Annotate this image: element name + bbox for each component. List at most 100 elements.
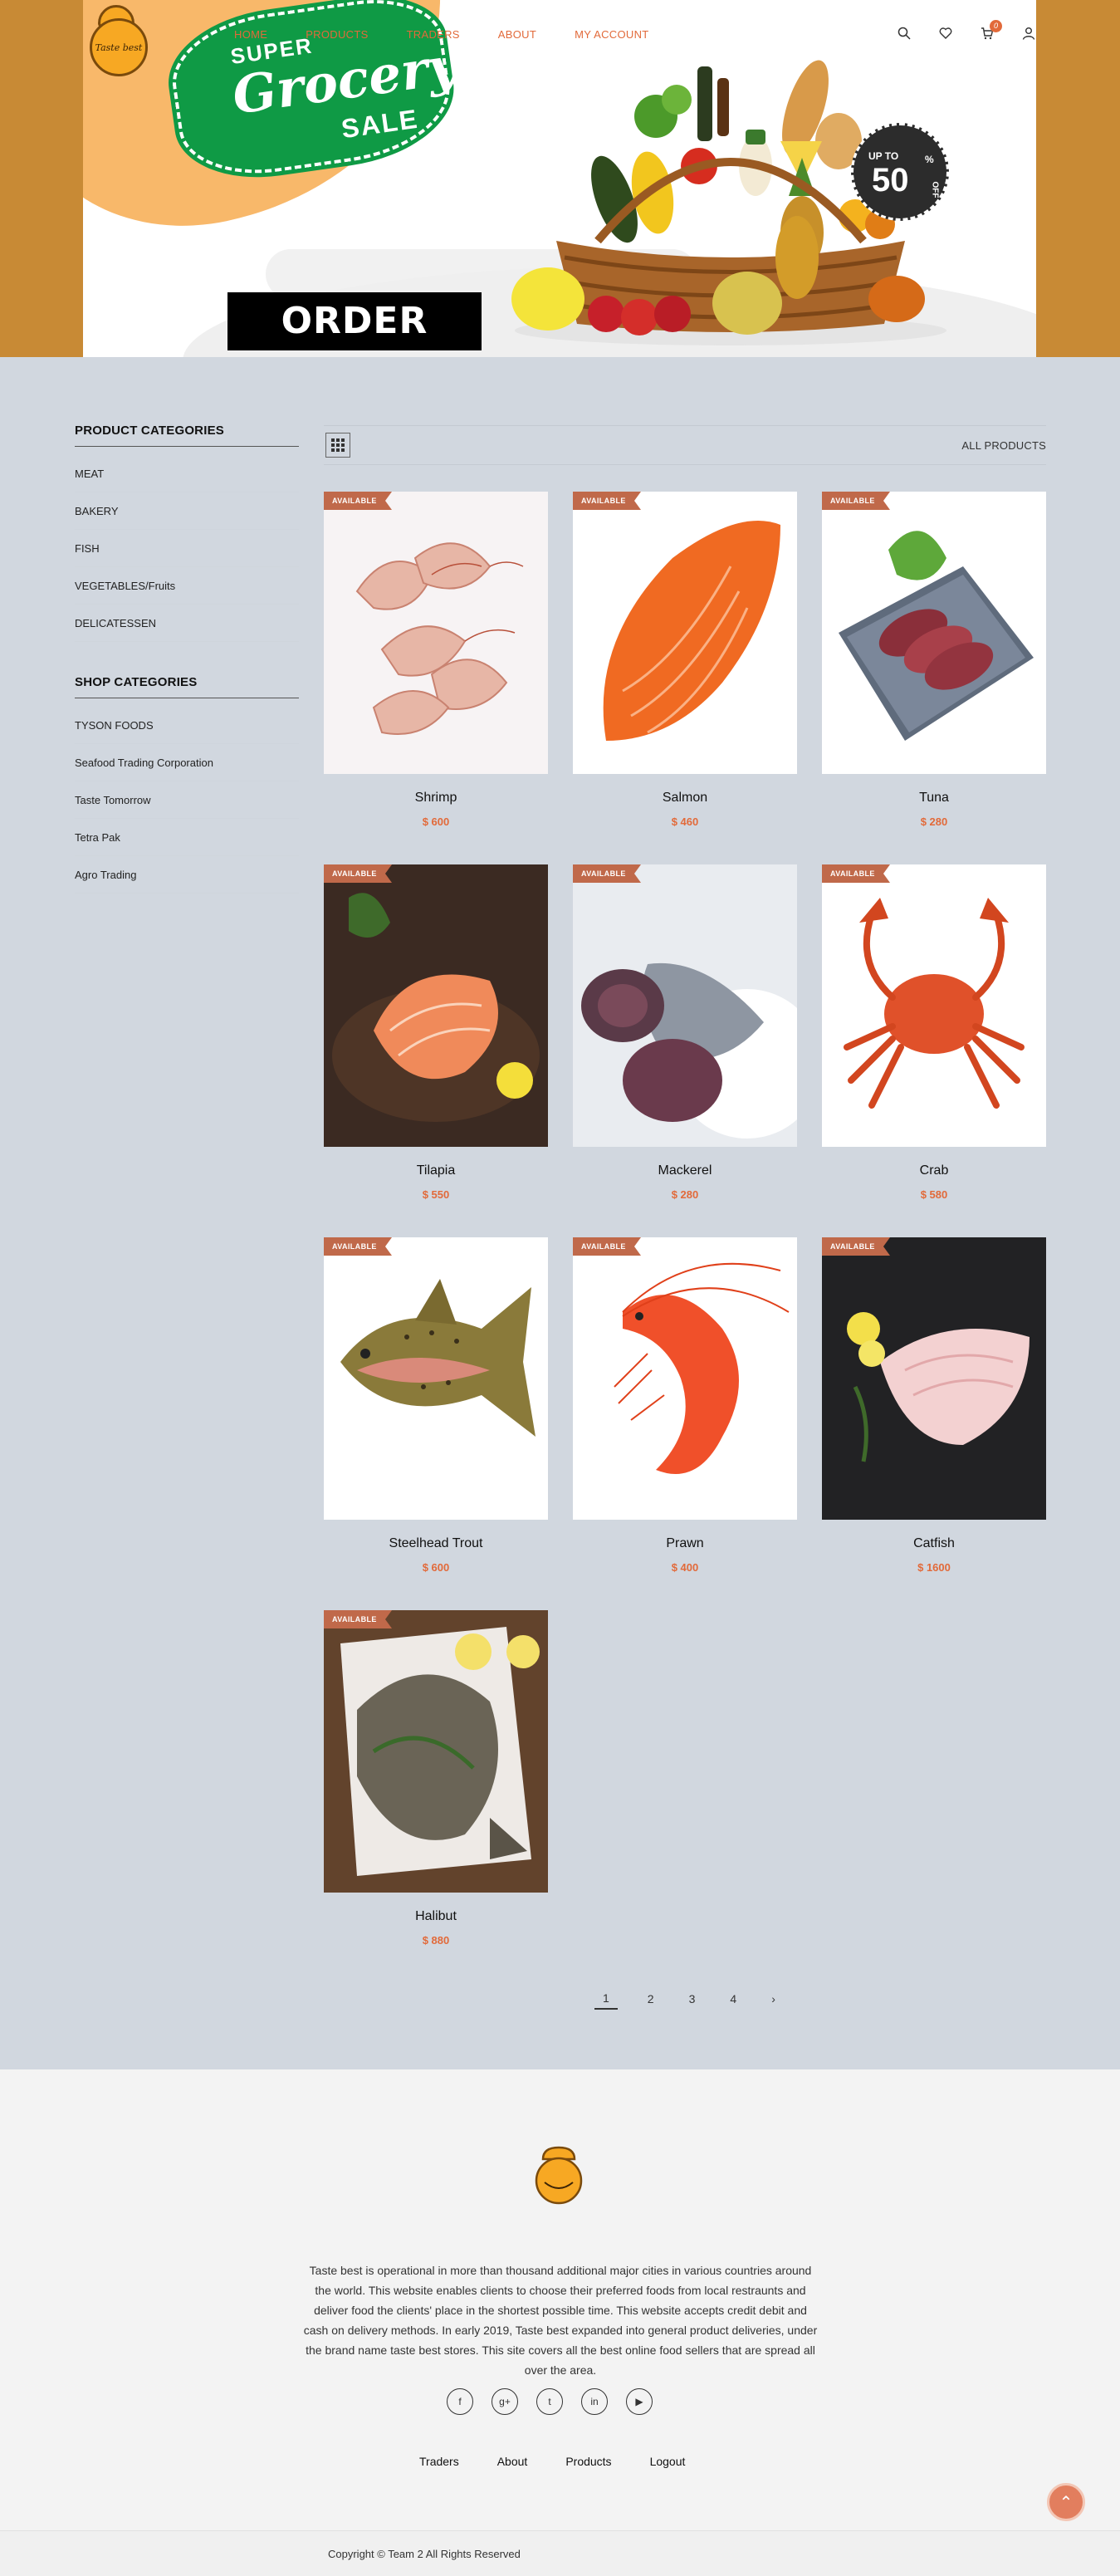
- google-plus-icon[interactable]: g+: [492, 2388, 518, 2415]
- grid-icon: [331, 438, 345, 452]
- product-name[interactable]: Tuna: [822, 791, 1046, 806]
- product-price: $ 460: [671, 815, 699, 828]
- nav-traders[interactable]: TRADERS: [407, 28, 460, 41]
- cart-icon[interactable]: 0: [979, 20, 1002, 44]
- product-name[interactable]: Halibut: [324, 1909, 548, 1924]
- product-card[interactable]: AVAILABLE Prawn $ 400: [573, 1237, 797, 1610]
- order-now-button[interactable]: ORDER NOW: [227, 292, 482, 350]
- product-image[interactable]: AVAILABLE: [324, 864, 548, 1147]
- shop-tyson-foods[interactable]: TYSON FOODS: [75, 707, 299, 744]
- catfish-fillet-icon: [822, 1237, 1046, 1520]
- main-nav: HOME PRODUCTS TRADERS ABOUT MY ACCOUNT: [234, 28, 649, 41]
- hero-banner: Taste best SUPER Grocery SALE HOME PRODU…: [0, 0, 1120, 357]
- tumblr-icon[interactable]: t: [536, 2388, 563, 2415]
- footer-link-traders[interactable]: Traders: [419, 2455, 459, 2468]
- product-card[interactable]: AVAILABLE Mackerel $ 280: [573, 864, 797, 1237]
- footer-link-about[interactable]: About: [497, 2455, 528, 2468]
- category-delicatessen[interactable]: DELICATESSEN: [75, 605, 299, 642]
- halibut-icon: [324, 1610, 548, 1893]
- shop-tetra-pak[interactable]: Tetra Pak: [75, 819, 299, 856]
- category-fish[interactable]: FISH: [75, 530, 299, 567]
- product-image[interactable]: AVAILABLE: [573, 864, 797, 1147]
- product-categories-list: MEAT BAKERY FISH VEGETABLES/Fruits DELIC…: [75, 455, 299, 642]
- available-badge: AVAILABLE: [324, 492, 392, 510]
- copyright-text: Copyright © Team 2 All Rights Reserved: [328, 2548, 521, 2560]
- product-price: $ 600: [422, 1561, 450, 1574]
- product-name[interactable]: Mackerel: [573, 1163, 797, 1178]
- available-badge: AVAILABLE: [822, 492, 890, 510]
- product-name[interactable]: Salmon: [573, 791, 797, 806]
- page-3[interactable]: 3: [684, 1989, 701, 2009]
- product-image[interactable]: AVAILABLE: [822, 492, 1046, 774]
- product-image[interactable]: AVAILABLE: [822, 864, 1046, 1147]
- youtube-icon[interactable]: ▶: [626, 2388, 653, 2415]
- logo[interactable]: Taste best: [90, 18, 148, 76]
- pagination: 1 2 3 4 ›: [594, 1988, 780, 2010]
- available-badge: AVAILABLE: [573, 492, 641, 510]
- discount-suffix: OFF: [930, 181, 940, 198]
- products-toolbar: ALL PRODUCTS: [324, 425, 1046, 465]
- heart-icon[interactable]: [937, 27, 954, 44]
- trout-icon: [324, 1237, 548, 1520]
- product-name[interactable]: Shrimp: [324, 791, 548, 806]
- available-badge: AVAILABLE: [573, 864, 641, 883]
- product-image[interactable]: AVAILABLE: [324, 1237, 548, 1520]
- nav-products[interactable]: PRODUCTS: [306, 28, 368, 41]
- product-card[interactable]: AVAILABLE Halibut $ 880: [324, 1610, 548, 1983]
- grid-view-button[interactable]: [325, 433, 350, 458]
- crab-icon: [822, 864, 1046, 1147]
- product-card[interactable]: AVAILABLE Tuna $ 280: [822, 492, 1046, 864]
- category-vegetables-fruits[interactable]: VEGETABLES/Fruits: [75, 567, 299, 605]
- product-price: $ 280: [920, 815, 948, 828]
- next-page-icon[interactable]: ›: [766, 1989, 780, 2009]
- available-badge: AVAILABLE: [324, 864, 392, 883]
- product-card[interactable]: AVAILABLE Crab $ 580: [822, 864, 1046, 1237]
- available-badge: AVAILABLE: [822, 864, 890, 883]
- available-badge: AVAILABLE: [324, 1237, 392, 1256]
- page-2[interactable]: 2: [643, 1989, 659, 2009]
- product-price: $ 1600: [917, 1561, 951, 1574]
- footer-link-logout[interactable]: Logout: [650, 2455, 686, 2468]
- product-name[interactable]: Steelhead Trout: [324, 1536, 548, 1551]
- product-image[interactable]: AVAILABLE: [573, 1237, 797, 1520]
- product-card[interactable]: AVAILABLE Catfish $ 1600: [822, 1237, 1046, 1610]
- product-image[interactable]: AVAILABLE: [822, 1237, 1046, 1520]
- product-card[interactable]: AVAILABLE Shrimp $ 600: [324, 492, 548, 864]
- nav-about[interactable]: ABOUT: [498, 28, 536, 41]
- product-price: $ 600: [422, 815, 450, 828]
- shop-taste-tomorrow[interactable]: Taste Tomorrow: [75, 781, 299, 819]
- product-image[interactable]: AVAILABLE: [324, 492, 548, 774]
- shop-seafood-trading[interactable]: Seafood Trading Corporation: [75, 744, 299, 781]
- footer: Taste best is operational in more than t…: [0, 2069, 1120, 2576]
- page-1[interactable]: 1: [594, 1988, 618, 2010]
- discount-value: 50: [872, 162, 909, 198]
- product-image[interactable]: AVAILABLE: [573, 492, 797, 774]
- product-name[interactable]: Prawn: [573, 1536, 797, 1551]
- footer-logo[interactable]: [531, 2146, 586, 2206]
- nav-my-account[interactable]: MY ACCOUNT: [575, 28, 648, 41]
- footer-link-products[interactable]: Products: [565, 2455, 611, 2468]
- cart-count-badge: 0: [990, 20, 1002, 32]
- linkedin-icon[interactable]: in: [581, 2388, 608, 2415]
- back-to-top-button[interactable]: ⌃: [1047, 2483, 1085, 2521]
- shop-agro-trading[interactable]: Agro Trading: [75, 856, 299, 894]
- nav-home[interactable]: HOME: [234, 28, 267, 41]
- search-icon[interactable]: [896, 27, 912, 44]
- product-card[interactable]: AVAILABLE Steelhead Trout $ 600: [324, 1237, 548, 1610]
- category-meat[interactable]: MEAT: [75, 455, 299, 492]
- product-card[interactable]: AVAILABLE Salmon $ 460: [573, 492, 797, 864]
- product-card[interactable]: AVAILABLE Tilapia $ 550: [324, 864, 548, 1237]
- footer-about-text: Taste best is operational in more than t…: [303, 2264, 818, 2377]
- facebook-icon[interactable]: f: [447, 2388, 473, 2415]
- social-links: f g+ t in ▶: [447, 2388, 653, 2415]
- page-4[interactable]: 4: [725, 1989, 741, 2009]
- product-name[interactable]: Tilapia: [324, 1163, 548, 1178]
- product-image[interactable]: AVAILABLE: [324, 1610, 548, 1893]
- product-name[interactable]: Crab: [822, 1163, 1046, 1178]
- user-icon[interactable]: [1020, 27, 1037, 44]
- salmon-fillet-icon: [573, 492, 797, 774]
- prawn-icon: [573, 1237, 797, 1520]
- product-name[interactable]: Catfish: [822, 1536, 1046, 1551]
- category-bakery[interactable]: BAKERY: [75, 492, 299, 530]
- available-badge: AVAILABLE: [324, 1610, 392, 1628]
